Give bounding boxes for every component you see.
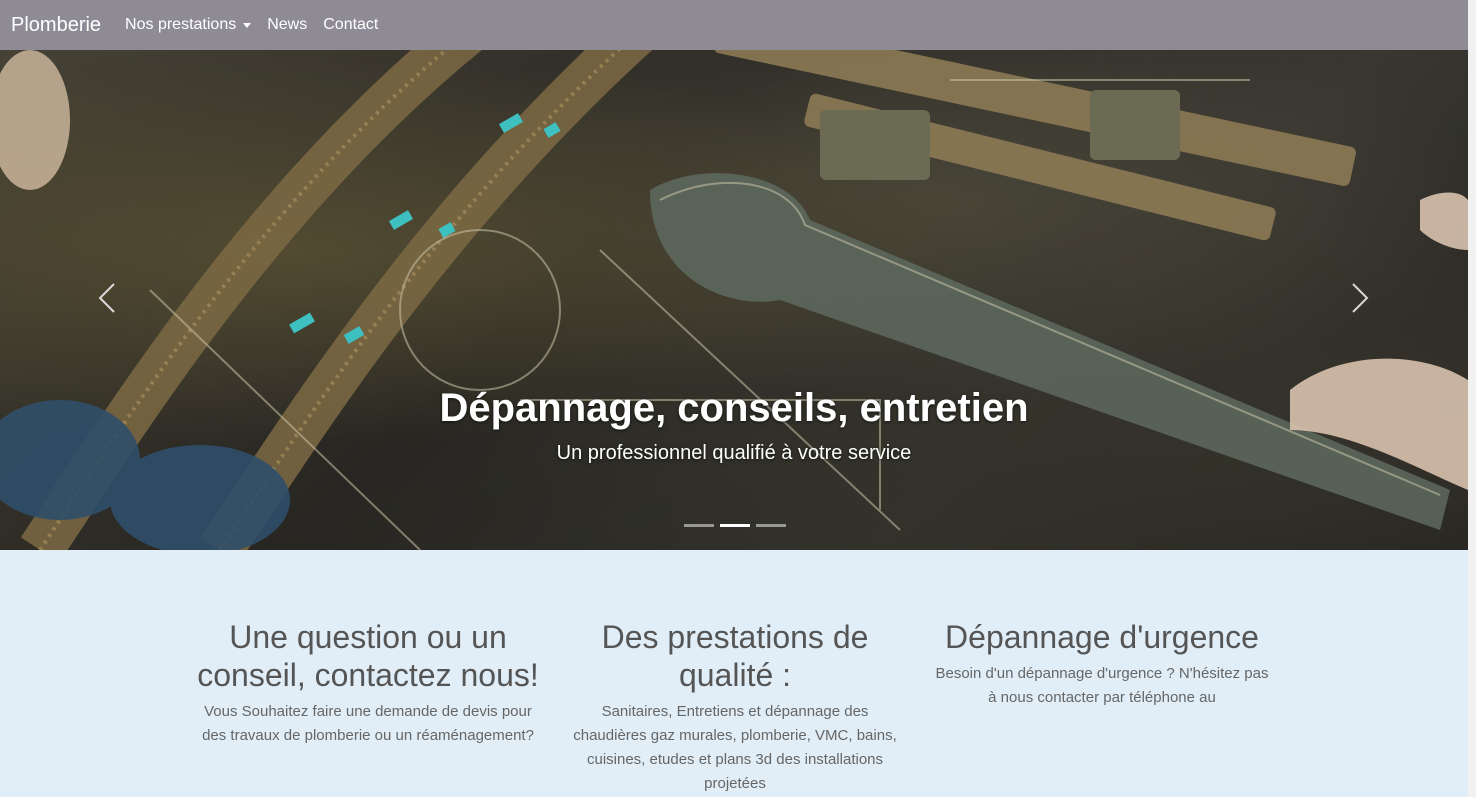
nav-item-contact[interactable]: Contact xyxy=(323,16,378,34)
carousel-caption-subtitle: Un professionnel qualifié à votre servic… xyxy=(556,442,912,464)
hero-background-image xyxy=(0,50,1468,550)
feature-title: Dépannage d'urgence xyxy=(945,619,1259,655)
top-navbar: Plomberie Nos prestations News Contact xyxy=(0,0,1468,50)
carousel-indicator[interactable] xyxy=(756,524,786,527)
nav-item-news[interactable]: News xyxy=(267,16,307,34)
feature-title: Une question ou un conseil, contactez no… xyxy=(197,619,539,693)
feature-text: Sanitaires, Entretiens et dépannage des … xyxy=(573,703,897,792)
hero-carousel: Dépannage, conseils, entretien Un profes… xyxy=(0,50,1468,550)
feature-text: Besoin d'un dépannage d'urgence ? N'hési… xyxy=(935,665,1269,706)
carousel-prev-button[interactable] xyxy=(94,280,124,316)
chevron-right-icon xyxy=(1352,283,1369,313)
caret-down-icon xyxy=(243,22,252,28)
carousel-next-button[interactable] xyxy=(1345,280,1375,316)
feature-contact: Une question ou un conseil, contactez no… xyxy=(190,618,546,748)
feature-prestations: Des prestations de qualité : Sanitaires,… xyxy=(565,618,905,796)
nav-item-label: Nos prestations xyxy=(125,16,237,33)
carousel-indicator-active[interactable] xyxy=(720,524,750,527)
feature-title: Des prestations de qualité : xyxy=(601,619,869,693)
carousel-caption-title: Dépannage, conseils, entretien xyxy=(439,386,1029,430)
features-section: Une question ou un conseil, contactez no… xyxy=(0,550,1468,797)
brand-link[interactable]: Plomberie xyxy=(11,14,101,37)
carousel-indicator[interactable] xyxy=(684,524,714,527)
nav-item-prestations[interactable]: Nos prestations xyxy=(125,16,252,34)
feature-text: Vous Souhaitez faire une demande de devi… xyxy=(202,703,534,744)
carousel-indicators xyxy=(684,524,786,527)
feature-urgence: Dépannage d'urgence Besoin d'un dépannag… xyxy=(932,618,1272,710)
chevron-left-icon xyxy=(98,283,115,313)
window-scrollbar[interactable] xyxy=(1468,0,1476,797)
